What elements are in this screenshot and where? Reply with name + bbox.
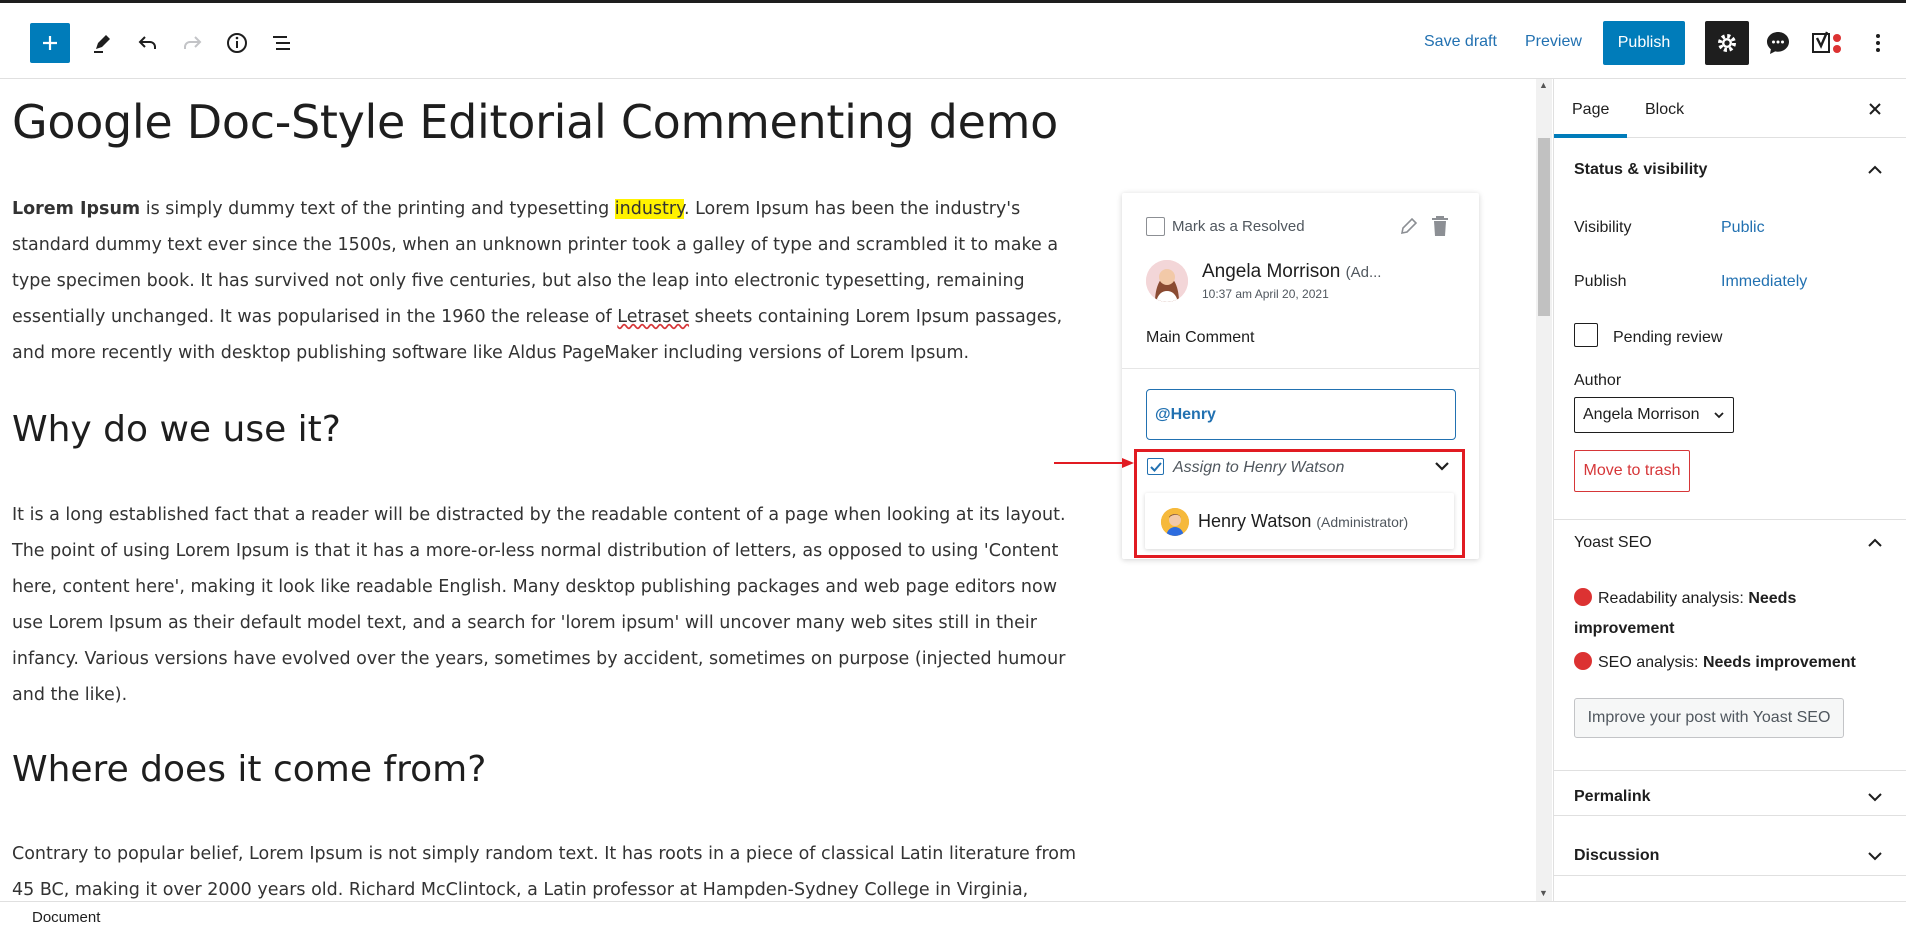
add-block-button[interactable] — [30, 23, 70, 63]
chevron-down-icon — [1714, 412, 1724, 419]
gear-icon — [1718, 34, 1736, 52]
settings-sidebar: Page Block Status & visibility Visibilit… — [1553, 79, 1906, 901]
editor-toolbar: Save draft Preview Publish — [0, 0, 1906, 79]
breadcrumb[interactable]: Document — [32, 909, 100, 926]
chevron-up-icon[interactable] — [1866, 534, 1884, 552]
bold-text: Lorem Ipsum — [12, 199, 141, 219]
readability-analysis-value: improvement — [1574, 620, 1675, 637]
pending-review-checkbox[interactable] — [1574, 323, 1598, 347]
sidebar-tabs: Page Block — [1554, 79, 1906, 138]
readability-analysis[interactable]: Readability analysis: Needs — [1574, 588, 1796, 608]
misspelled-word[interactable]: Letraset — [617, 307, 689, 327]
settings-button[interactable] — [1705, 21, 1749, 65]
suggestion-name: Henry Watson (Administrator) — [1198, 511, 1409, 531]
more-vertical-icon — [1876, 34, 1880, 52]
edit-icon[interactable] — [1398, 215, 1420, 237]
author-role: (Ad... — [1345, 264, 1382, 281]
publish-date-toggle[interactable]: Immediately — [1721, 273, 1807, 291]
undo-button[interactable] — [128, 23, 168, 63]
yoast-section-title[interactable]: Yoast SEO — [1574, 534, 1652, 552]
resolve-label: Mark as a Resolved — [1172, 218, 1305, 235]
paragraph-block[interactable]: Contrary to popular belief, Lorem Ipsum … — [12, 836, 1092, 901]
comments-button[interactable] — [1758, 23, 1798, 63]
paragraph-block[interactable]: Lorem Ipsum is simply dummy text of the … — [12, 191, 1092, 371]
yoast-icon — [1812, 31, 1841, 53]
suggestion-role: (Administrator) — [1316, 514, 1409, 530]
chat-icon — [1767, 32, 1789, 54]
user-suggestion-item[interactable]: Henry Watson (Administrator) — [1145, 493, 1454, 549]
list-view-icon — [273, 36, 290, 50]
permalink-section-title[interactable]: Permalink — [1574, 788, 1650, 806]
info-icon — [227, 33, 247, 53]
yoast-button[interactable] — [1808, 23, 1848, 63]
comment-author: Angela Morrison (Ad... — [1202, 261, 1382, 282]
author-select[interactable]: Angela Morrison — [1574, 397, 1734, 433]
plus-icon — [43, 36, 57, 50]
pending-review-label: Pending review — [1613, 329, 1723, 346]
chevron-down-icon[interactable] — [1432, 456, 1452, 476]
scrollbar-thumb[interactable] — [1538, 138, 1550, 316]
divider — [1554, 815, 1906, 816]
seo-analysis[interactable]: SEO analysis: Needs improvement — [1574, 652, 1856, 672]
chevron-up-icon[interactable] — [1866, 161, 1884, 179]
comment-timestamp: 10:37 am April 20, 2021 — [1202, 287, 1329, 301]
chevron-down-icon[interactable] — [1866, 788, 1884, 806]
visibility-toggle[interactable]: Public — [1721, 219, 1765, 237]
scroll-down-arrow[interactable]: ▼ — [1539, 888, 1548, 898]
status-visibility-title[interactable]: Status & visibility — [1574, 161, 1707, 179]
tab-page[interactable]: Page — [1572, 101, 1609, 119]
commented-highlight[interactable]: industry — [614, 199, 684, 219]
discussion-section-title[interactable]: Discussion — [1574, 847, 1659, 865]
assign-checkbox[interactable] — [1147, 458, 1164, 475]
move-to-trash-button[interactable]: Move to trash — [1574, 450, 1690, 492]
sad-face-icon — [1574, 652, 1592, 670]
pencil-icon — [94, 35, 110, 53]
tab-block[interactable]: Block — [1645, 101, 1684, 119]
comment-text: Main Comment — [1146, 329, 1255, 346]
improve-with-yoast-button[interactable]: Improve your post with Yoast SEO — [1574, 698, 1844, 738]
author-select-value: Angela Morrison — [1583, 406, 1700, 423]
sad-face-icon — [1574, 588, 1592, 606]
assign-label: Assign to Henry Watson — [1173, 459, 1345, 476]
publish-label: Publish — [1574, 273, 1627, 290]
annotation-arrow-icon — [1054, 458, 1134, 468]
details-button[interactable] — [217, 23, 257, 63]
avatar — [1146, 260, 1188, 302]
chevron-down-icon[interactable] — [1866, 847, 1884, 865]
paragraph-text: is simply dummy text of the printing and… — [140, 199, 615, 219]
trash-icon[interactable] — [1430, 214, 1450, 238]
active-tab-indicator — [1554, 134, 1627, 138]
redo-button[interactable] — [172, 23, 212, 63]
redo-icon — [184, 36, 202, 49]
reply-input[interactable]: @Henry — [1146, 389, 1456, 440]
preview-button[interactable]: Preview — [1525, 33, 1582, 51]
divider — [1554, 875, 1906, 876]
block-breadcrumb-bar: Document — [0, 901, 1906, 929]
post-title[interactable]: Google Doc-Style Editorial Commenting de… — [12, 95, 1058, 149]
checkmark-icon — [1149, 461, 1162, 472]
divider — [1554, 770, 1906, 771]
paragraph-block[interactable]: It is a long established fact that a rea… — [12, 497, 1092, 713]
resolve-checkbox[interactable] — [1146, 217, 1165, 236]
avatar — [1161, 508, 1189, 536]
undo-icon — [138, 36, 156, 49]
list-view-button[interactable] — [262, 23, 302, 63]
publish-button[interactable]: Publish — [1603, 21, 1685, 65]
close-icon[interactable] — [1867, 101, 1883, 117]
scroll-up-arrow[interactable]: ▲ — [1539, 80, 1548, 90]
heading-block[interactable]: Why do we use it? — [12, 409, 341, 450]
visibility-label: Visibility — [1574, 219, 1632, 236]
tools-button[interactable] — [82, 23, 122, 63]
save-draft-button[interactable]: Save draft — [1424, 33, 1497, 51]
author-label: Author — [1574, 372, 1622, 389]
divider — [1122, 368, 1479, 369]
heading-block[interactable]: Where does it come from? — [12, 749, 486, 790]
divider — [1554, 519, 1906, 520]
options-button[interactable] — [1858, 23, 1898, 63]
